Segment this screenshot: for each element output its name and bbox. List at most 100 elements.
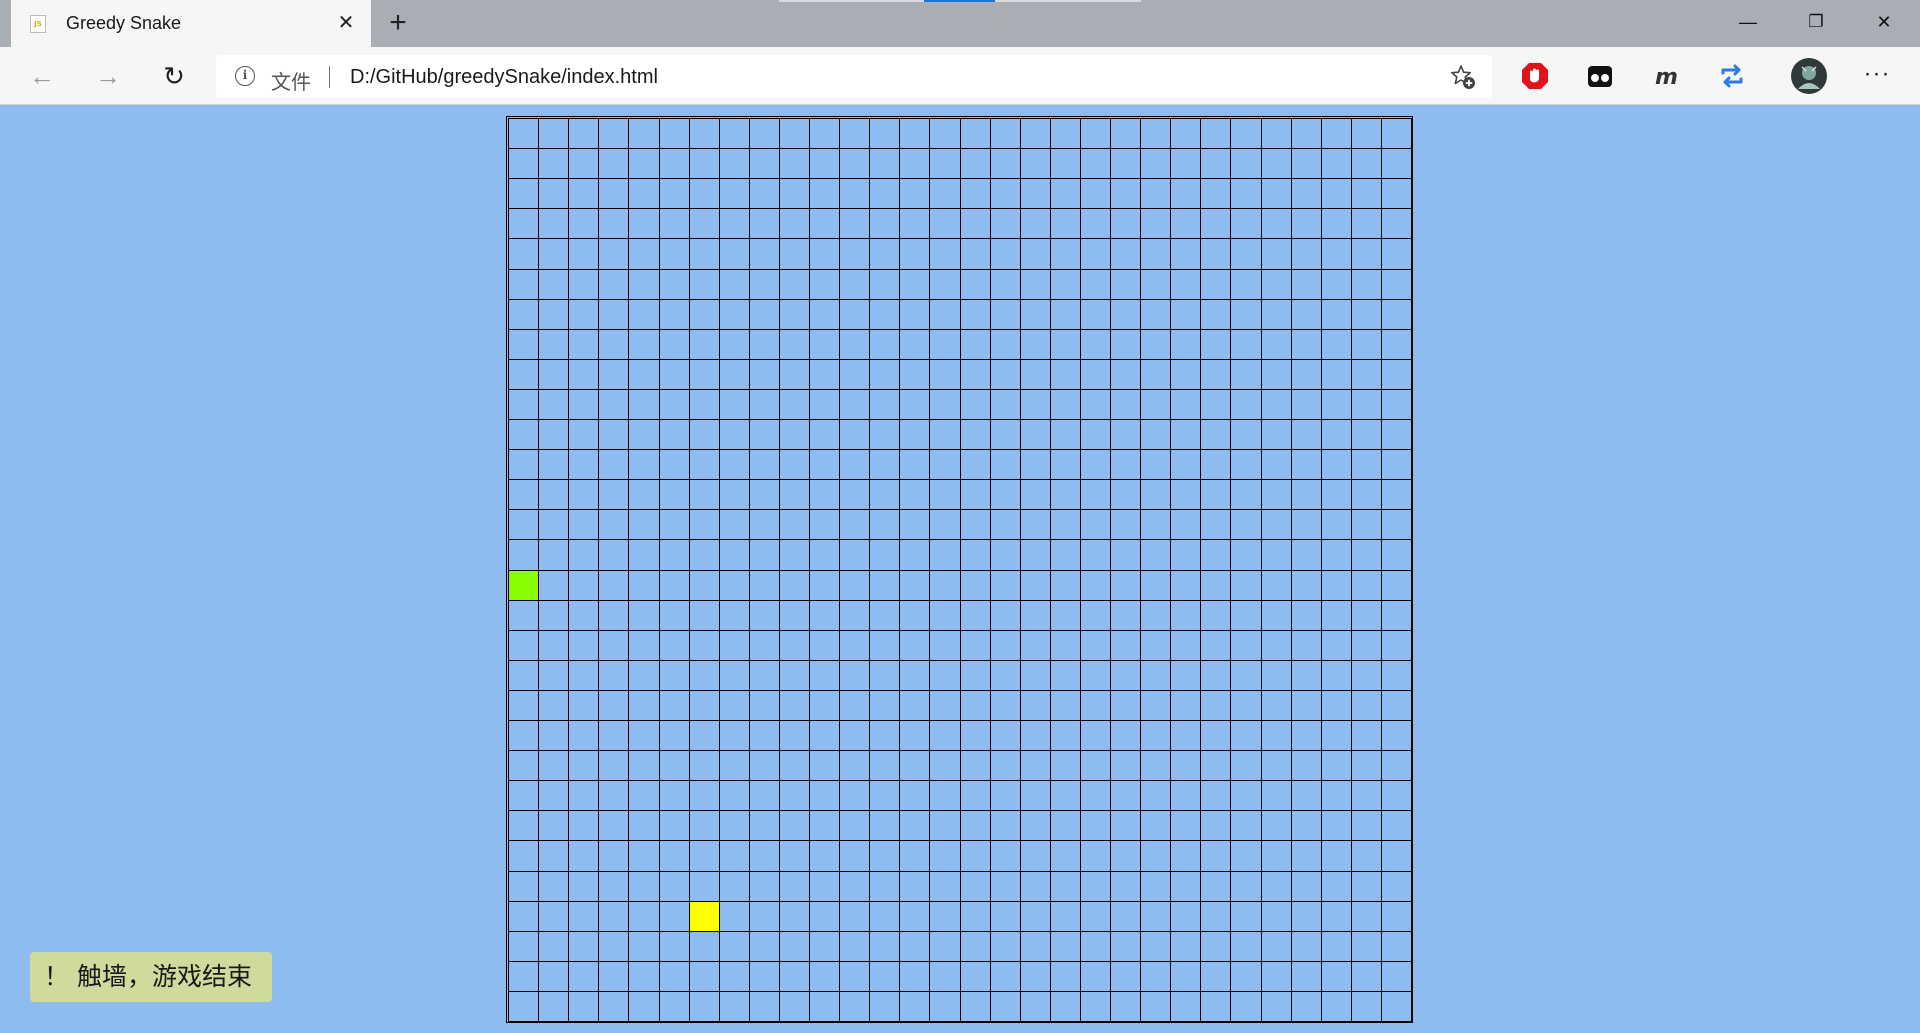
grid-cell	[989, 689, 1021, 721]
grid-cell	[1230, 509, 1262, 541]
grid-cell	[598, 720, 630, 752]
grid-cell	[1200, 659, 1232, 691]
grid-cell	[1140, 569, 1172, 601]
grid-cell	[1230, 328, 1262, 360]
grid-cell	[839, 720, 871, 752]
grid-cell	[989, 358, 1021, 390]
address-bar[interactable]: i 文件 D:/GitHub/greedySnake/index.html	[216, 55, 1492, 98]
grid-cell	[748, 840, 780, 872]
grid-cell	[688, 509, 720, 541]
grid-cell	[658, 208, 690, 240]
grid-cell	[508, 810, 540, 842]
grid-cell	[1049, 990, 1081, 1022]
grid-cell	[748, 659, 780, 691]
grid-cell	[1110, 900, 1142, 932]
grid-cell	[748, 178, 780, 210]
profile-avatar[interactable]	[1790, 57, 1828, 95]
grid-cell	[1049, 298, 1081, 330]
grid-cell	[929, 720, 961, 752]
grid-cell	[989, 449, 1021, 481]
grid-cell	[688, 148, 720, 180]
grid-cell	[1380, 328, 1412, 360]
grid-cell	[1019, 569, 1051, 601]
grid-cell	[508, 659, 540, 691]
grid-cell	[778, 780, 810, 812]
grid-cell	[598, 569, 630, 601]
new-tab-button[interactable]: +	[382, 7, 414, 39]
tab-greedy-snake[interactable]: JS Greedy Snake ✕	[11, 0, 371, 47]
grid-cell	[1320, 298, 1352, 330]
grid-cell	[929, 659, 961, 691]
glasses-extension-icon[interactable]	[1583, 59, 1617, 93]
grid-cell	[718, 539, 750, 571]
grid-cell	[718, 870, 750, 902]
grid-cell	[1049, 509, 1081, 541]
minimize-button[interactable]: —	[1714, 0, 1782, 44]
grid-cell	[1079, 118, 1111, 150]
grid-cell	[1260, 840, 1292, 872]
m-extension-icon[interactable]: m	[1649, 59, 1683, 93]
grid-cell	[778, 328, 810, 360]
grid-cell	[1019, 479, 1051, 511]
grid-cell	[1320, 419, 1352, 451]
grid-cell	[1380, 720, 1412, 752]
grid-cell	[989, 870, 1021, 902]
grid-cell	[1140, 629, 1172, 661]
grid-cell	[658, 388, 690, 420]
back-button[interactable]: ←	[23, 57, 61, 95]
grid-cell	[1200, 810, 1232, 842]
grid-cell	[658, 960, 690, 992]
url-text[interactable]: D:/GitHub/greedySnake/index.html	[350, 66, 658, 89]
grid-cell	[959, 780, 991, 812]
grid-cell	[748, 358, 780, 390]
restore-button[interactable]: ❐	[1782, 0, 1850, 44]
grid-cell	[929, 539, 961, 571]
grid-cell	[869, 900, 901, 932]
grid-cell	[658, 178, 690, 210]
grid-cell	[598, 750, 630, 782]
grid-cell	[989, 599, 1021, 631]
refresh-button[interactable]: ↻	[155, 57, 193, 95]
add-favorite-icon[interactable]	[1450, 64, 1476, 90]
grid-cell	[1320, 118, 1352, 150]
stop-extension-icon[interactable]	[1518, 59, 1552, 93]
grid-cell	[538, 689, 570, 721]
grid-cell	[598, 629, 630, 661]
info-icon[interactable]: i	[235, 66, 255, 86]
grid-cell	[1260, 990, 1292, 1022]
close-window-button[interactable]: ✕	[1850, 0, 1918, 44]
grid-cell	[929, 328, 961, 360]
grid-cell	[1350, 720, 1382, 752]
grid-cell	[1140, 689, 1172, 721]
settings-more-button[interactable]: ···	[1860, 59, 1894, 93]
grid-cell	[1320, 268, 1352, 300]
grid-cell	[538, 990, 570, 1022]
grid-cell	[718, 208, 750, 240]
grid-cell	[1019, 268, 1051, 300]
close-tab-icon[interactable]: ✕	[333, 10, 359, 36]
grid-cell	[778, 720, 810, 752]
grid-cell	[989, 810, 1021, 842]
grid-cell	[1170, 629, 1202, 661]
grid-cell	[538, 419, 570, 451]
grid-cell	[688, 689, 720, 721]
grid-cell	[538, 298, 570, 330]
grid-cell	[929, 449, 961, 481]
grid-cell	[508, 178, 540, 210]
grid-cell	[628, 599, 660, 631]
grid-cell	[568, 720, 600, 752]
grid-cell	[1230, 689, 1262, 721]
grid-cell	[628, 930, 660, 962]
grid-cell	[748, 388, 780, 420]
grid-cell	[1380, 599, 1412, 631]
grid-cell	[989, 208, 1021, 240]
grid-cell	[1380, 990, 1412, 1022]
grid-cell	[1320, 238, 1352, 270]
grid-cell	[1230, 780, 1262, 812]
grid-cell	[1350, 268, 1382, 300]
sync-extension-icon[interactable]	[1715, 59, 1749, 93]
grid-cell	[1350, 238, 1382, 270]
grid-cell	[658, 268, 690, 300]
grid-cell	[1320, 148, 1352, 180]
forward-button[interactable]: →	[89, 57, 127, 95]
